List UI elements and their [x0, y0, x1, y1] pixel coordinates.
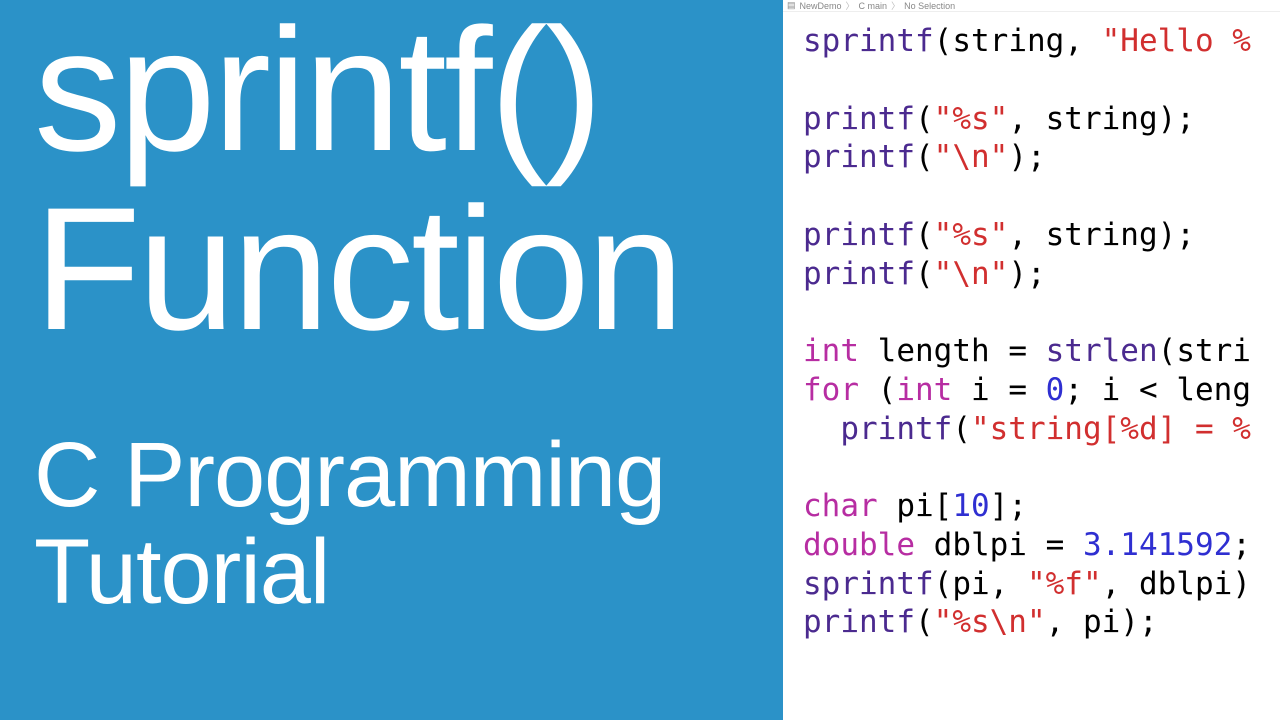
- breadcrumb-file: C main: [859, 1, 888, 11]
- breadcrumb-sep: 〉: [846, 0, 855, 12]
- subtitle-line-1: C Programming: [34, 427, 783, 524]
- title-panel: sprintf() Function C Programming Tutoria…: [0, 0, 783, 720]
- breadcrumb: ▤ NewDemo 〉 C main 〉 No Selection: [783, 0, 1280, 12]
- breadcrumb-selection: No Selection: [904, 1, 955, 11]
- breadcrumb-sep: 〉: [891, 0, 900, 12]
- code-panel: ▤ NewDemo 〉 C main 〉 No Selection sprint…: [783, 0, 1280, 720]
- breadcrumb-project: NewDemo: [800, 1, 842, 11]
- title-line-2: Function: [34, 181, 783, 360]
- project-icon: ▤: [787, 0, 796, 11]
- code-editor: sprintf(string, "Hello % printf("%s", st…: [783, 12, 1280, 720]
- title-line-1: sprintf(): [34, 2, 783, 181]
- subtitle-line-2: Tutorial: [34, 524, 783, 621]
